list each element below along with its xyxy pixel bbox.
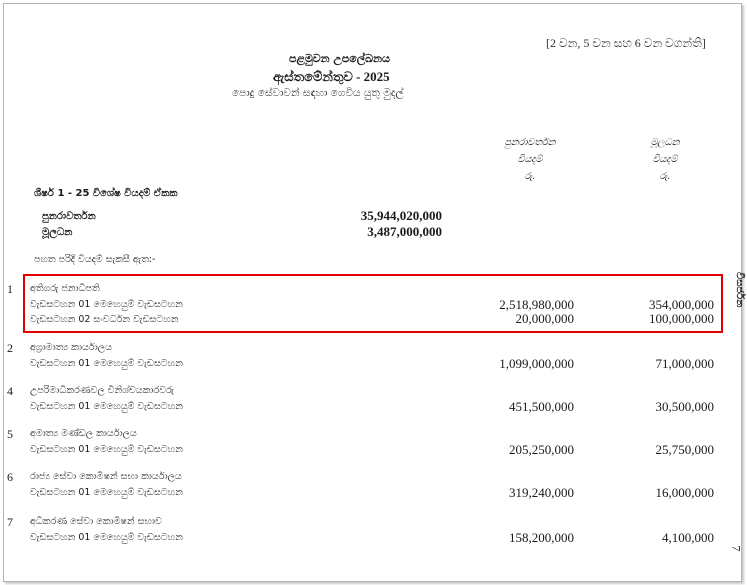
column-header-recurrent: පුනරාවර්තන වියදම් රු. bbox=[485, 134, 575, 185]
summary-value-capital: 3,487,000,000 bbox=[367, 224, 442, 239]
entry-number: 2 bbox=[7, 341, 13, 355]
side-label: විසර්ජන bbox=[734, 272, 745, 308]
entry-title: අධිකරණ සේවා කොමිෂන් සභාව bbox=[30, 516, 162, 527]
entry-number: 6 bbox=[7, 470, 13, 484]
column-header-line: වියදම් bbox=[652, 154, 678, 165]
entry-title: අග්‍රාමාත්‍ය කාර්යාලය bbox=[30, 342, 112, 353]
summary-label-capital: මූලධන bbox=[42, 227, 73, 238]
column-header-line: වියදම් bbox=[517, 154, 543, 165]
recurrent-amount: 451,500,000 bbox=[509, 399, 574, 414]
entry-title: අමාත්‍ය මණ්ඩල කාර්යාලය bbox=[30, 428, 137, 439]
summary-label-recurrent: පුනරාවර්තන bbox=[42, 211, 96, 222]
column-header-line: රු. bbox=[524, 171, 536, 182]
capital-amount: 30,500,000 bbox=[655, 399, 715, 414]
entry-number: 4 bbox=[7, 384, 13, 398]
entry-title: රාජ්‍ය සේවා කොමිෂන් සභා කාර්යාලය bbox=[30, 471, 182, 482]
entry-number: 7 bbox=[7, 515, 13, 529]
document-page: [2 වන, 5 වන සහ 6 වන වගන්ති] පළමුවන උපලේඛ… bbox=[3, 3, 745, 582]
capital-amount: 16,000,000 bbox=[655, 485, 715, 500]
recurrent-amount: 158,200,000 bbox=[509, 530, 574, 545]
column-header-capital: මූලධන වියදම් රු. bbox=[620, 134, 710, 185]
column-header-line: රු. bbox=[659, 171, 671, 182]
program-label: වැඩසටහන 01 මෙහෙයුම් වැඩසටහන bbox=[30, 532, 183, 543]
summary-note: පහත පරිදි වියදම් සැකසී ඇත:- bbox=[34, 254, 156, 265]
capital-amount: 25,750,000 bbox=[655, 442, 715, 457]
summary-value-recurrent: 35,944,020,000 bbox=[360, 208, 442, 223]
summary-heading: ශීර්ෂ 1 - 25 විශේෂ වියදම් ඒකක bbox=[34, 188, 178, 199]
clause-reference: [2 වන, 5 වන සහ 6 වන වගන්ති] bbox=[546, 36, 706, 50]
entry-number: 1 bbox=[7, 282, 13, 296]
recurrent-amount: 205,250,000 bbox=[509, 442, 574, 457]
page-number: 7 bbox=[729, 545, 744, 552]
estimate-title: ඇස්තමේන්තුව - 2025 bbox=[273, 69, 390, 84]
capital-amount: 4,100,000 bbox=[662, 530, 714, 545]
column-header-line: මූලධන bbox=[650, 137, 680, 148]
capital-amount: 71,000,000 bbox=[655, 356, 715, 371]
column-header-line: පුනරාවර්තන bbox=[504, 137, 556, 148]
entry-number: 5 bbox=[7, 427, 13, 441]
program-label: වැඩසටහන 01 මෙහෙයුම් වැඩසටහන bbox=[30, 444, 183, 455]
estimate-subtitle: පොදු සේවාවන් සඳහා ගෙවිය යුතු මුදල් bbox=[232, 87, 404, 99]
highlight-box bbox=[23, 274, 723, 333]
recurrent-amount: 1,099,000,000 bbox=[499, 356, 574, 371]
program-label: වැඩසටහන 01 මෙහෙයුම් වැඩසටහන bbox=[30, 401, 183, 412]
program-label: වැඩසටහන 01 මෙහෙයුම් වැඩසටහන bbox=[30, 487, 183, 498]
program-label: වැඩසටහන 01 මෙහෙයුම් වැඩසටහන bbox=[30, 358, 183, 369]
schedule-title: පළමුවන උපලේඛනය bbox=[289, 52, 390, 65]
recurrent-amount: 319,240,000 bbox=[509, 485, 574, 500]
entry-title: උපරිමාධිකරණවල විනිශ්චයකාරවරු bbox=[30, 385, 174, 396]
